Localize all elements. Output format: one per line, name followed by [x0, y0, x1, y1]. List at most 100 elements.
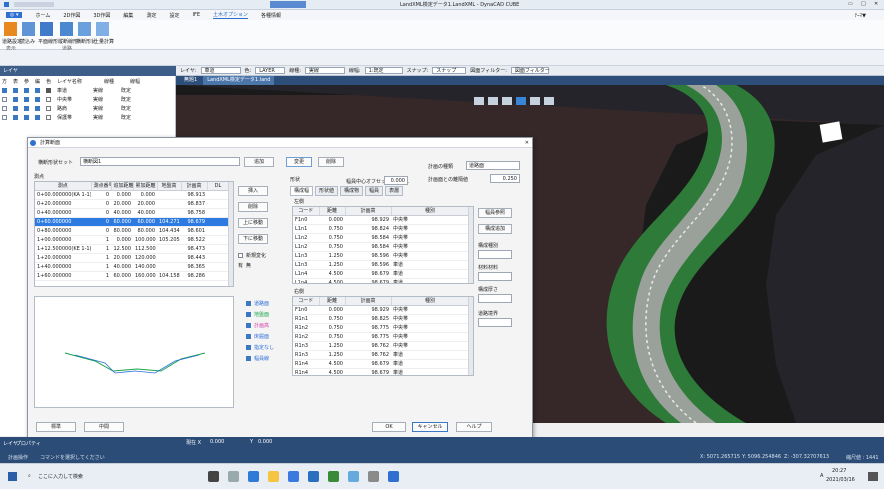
windows-start-icon[interactable]: [8, 472, 17, 481]
station-row[interactable]: 0+00.000000(KA 1-1) 0 0.000 0.000 98.913: [35, 190, 229, 200]
color-select[interactable]: LAYER: [255, 67, 286, 74]
standard-button[interactable]: 標準: [36, 422, 76, 432]
part-row[interactable]: R1n2 0.750 98.775 中央帯: [293, 332, 469, 342]
close-button[interactable]: ✕: [874, 1, 878, 7]
layer-select[interactable]: 車道: [200, 67, 241, 74]
app-icon-green[interactable]: [328, 471, 339, 482]
part-row[interactable]: R1n3 1.250 98.762 中央帯: [293, 341, 469, 351]
shape-tab[interactable]: 表層: [385, 186, 404, 196]
notification-icon[interactable]: [868, 472, 878, 481]
part-type-input[interactable]: [478, 250, 512, 259]
cortana-icon[interactable]: [208, 471, 219, 482]
checkbox[interactable]: [246, 312, 251, 317]
centerline-offset-input[interactable]: 0.000: [384, 176, 408, 185]
color-swatch[interactable]: [46, 96, 51, 102]
radio-group[interactable]: 有無: [238, 262, 251, 269]
add-button[interactable]: 追加: [244, 157, 274, 167]
layer-row[interactable]: 保護帯 実線 既定: [2, 113, 131, 121]
tab-2d[interactable]: 2D作図: [63, 12, 80, 19]
shape-tab[interactable]: 構成幅: [290, 186, 314, 196]
explorer-icon[interactable]: [268, 471, 279, 482]
remove-button[interactable]: 削除: [238, 202, 268, 212]
cancel-button[interactable]: キャンセル: [412, 422, 448, 432]
tab-home[interactable]: ホーム: [35, 12, 50, 19]
legend-checkbox[interactable]: 指定なし: [246, 344, 274, 351]
station-row[interactable]: 0+20.000000 0 20.000 20.000 98.837: [35, 199, 229, 209]
quick-access-toolbar[interactable]: [14, 2, 54, 7]
section-type-select[interactable]: 道路面: [466, 161, 520, 170]
clock-date[interactable]: 2021/03/16: [826, 477, 855, 483]
plane-alignment-icon[interactable]: [40, 22, 53, 36]
part-row[interactable]: R1n3 1.250 98.762 車道: [293, 350, 469, 360]
edge-icon[interactable]: [248, 471, 259, 482]
legend-checkbox[interactable]: 地盤面: [246, 311, 269, 318]
snap-select[interactable]: スナップ: [432, 67, 467, 74]
earthwork-icon[interactable]: [96, 22, 109, 36]
minimize-button[interactable]: ▭: [848, 1, 853, 7]
layer-row[interactable]: 車道 実線 既定: [2, 86, 131, 94]
part-row[interactable]: F1n0 0.000 98.929 中央帯: [293, 215, 469, 225]
part-row[interactable]: L1n3 1.250 98.596 中央帯: [293, 251, 469, 261]
app-icon-blue[interactable]: [348, 471, 359, 482]
shape-tab[interactable]: 構成物: [340, 186, 364, 196]
legend-checkbox[interactable]: 床掘面: [246, 333, 269, 340]
file-tab[interactable]: ◎ ▾: [6, 12, 23, 18]
tab-ife[interactable]: IFE: [192, 12, 200, 18]
filter-select[interactable]: 図面フィルター: [510, 67, 550, 74]
part-row[interactable]: F1n0 0.000 98.929 中央帯: [293, 305, 469, 315]
tab-untitled[interactable]: 無題1: [180, 76, 201, 85]
color-swatch[interactable]: [46, 114, 51, 120]
station-row[interactable]: 1+40.000000 1 40.000 140.000 98.365: [35, 262, 229, 272]
thickness-input[interactable]: [478, 294, 512, 303]
part-row[interactable]: L1n1 0.750 98.824 中央帯: [293, 224, 469, 234]
tab-settings[interactable]: 設定: [169, 12, 179, 19]
move-up-button[interactable]: 上に移動: [238, 218, 268, 228]
scrollbar[interactable]: [468, 207, 473, 283]
tab-edit[interactable]: 編集: [123, 12, 133, 19]
station-row[interactable]: 0+60.000000 0 60.000 60.000 104.271 98.679: [35, 217, 229, 227]
shape-tab[interactable]: 幅員: [365, 186, 384, 196]
clock-time[interactable]: 20:27: [832, 468, 846, 474]
station-row[interactable]: 1+20.000000 1 20.000 120.000 98.443: [35, 253, 229, 263]
tab-civil-option[interactable]: 土木オプション: [212, 11, 248, 19]
road-boundary-input[interactable]: [478, 318, 512, 327]
part-row[interactable]: R1n4 4.500 98.679 車道: [293, 359, 469, 369]
tab-3d[interactable]: 3D作図: [93, 12, 110, 19]
theme-menu[interactable]: ﾃｰﾏ▼: [855, 12, 866, 19]
part-row[interactable]: L1n3 1.250 98.596 車道: [293, 260, 469, 270]
intermediate-button[interactable]: 中間: [84, 422, 124, 432]
shape-tab[interactable]: 形状値: [315, 186, 339, 196]
store-icon[interactable]: [288, 471, 299, 482]
dynacad-icon[interactable]: [388, 471, 399, 482]
material-input[interactable]: [478, 272, 512, 281]
tab-info[interactable]: 各種情報: [261, 12, 281, 19]
width-reference-button[interactable]: 幅員参照: [478, 208, 512, 218]
checkbox[interactable]: [246, 301, 251, 306]
new-change-checkbox[interactable]: 新規変化: [238, 252, 266, 259]
station-row[interactable]: 1+12.500000(KE 1-1) 1 12.500 112.500 98.473: [35, 244, 229, 254]
scrollbar[interactable]: [468, 297, 473, 375]
checkbox[interactable]: [246, 345, 251, 350]
color-swatch[interactable]: [46, 105, 51, 111]
add-part-button[interactable]: 構成追加: [478, 224, 512, 234]
part-row[interactable]: L1n2 0.750 98.584 中央帯: [293, 242, 469, 252]
checkbox[interactable]: [246, 323, 251, 328]
part-row[interactable]: R1n1 0.750 98.825 中央帯: [293, 314, 469, 324]
station-row[interactable]: 0+40.000000 0 40.000 40.000 98.758: [35, 208, 229, 218]
mail-icon[interactable]: [308, 471, 319, 482]
part-row[interactable]: L1n4 4.500 98.679 車道: [293, 278, 469, 283]
part-row[interactable]: L1n2 0.750 98.584 中央帯: [293, 233, 469, 243]
checkbox[interactable]: [246, 334, 251, 339]
checkbox[interactable]: [246, 356, 251, 361]
color-swatch[interactable]: [46, 87, 51, 93]
legend-checkbox[interactable]: 幅員線: [246, 355, 269, 362]
road-settings-icon[interactable]: [4, 22, 17, 36]
insert-button[interactable]: 挿入: [238, 186, 268, 196]
delete-button[interactable]: 削除: [318, 157, 344, 167]
tab-measure[interactable]: 測定: [146, 12, 156, 19]
layer-row[interactable]: 路肩 実線 既定: [2, 104, 131, 112]
taskbar-search[interactable]: ここに入力して検索: [38, 473, 83, 480]
ok-button[interactable]: OK: [372, 422, 406, 432]
dialog-close-icon[interactable]: ✕: [525, 138, 529, 148]
part-row[interactable]: R1n2 0.750 98.775 中央帯: [293, 323, 469, 333]
